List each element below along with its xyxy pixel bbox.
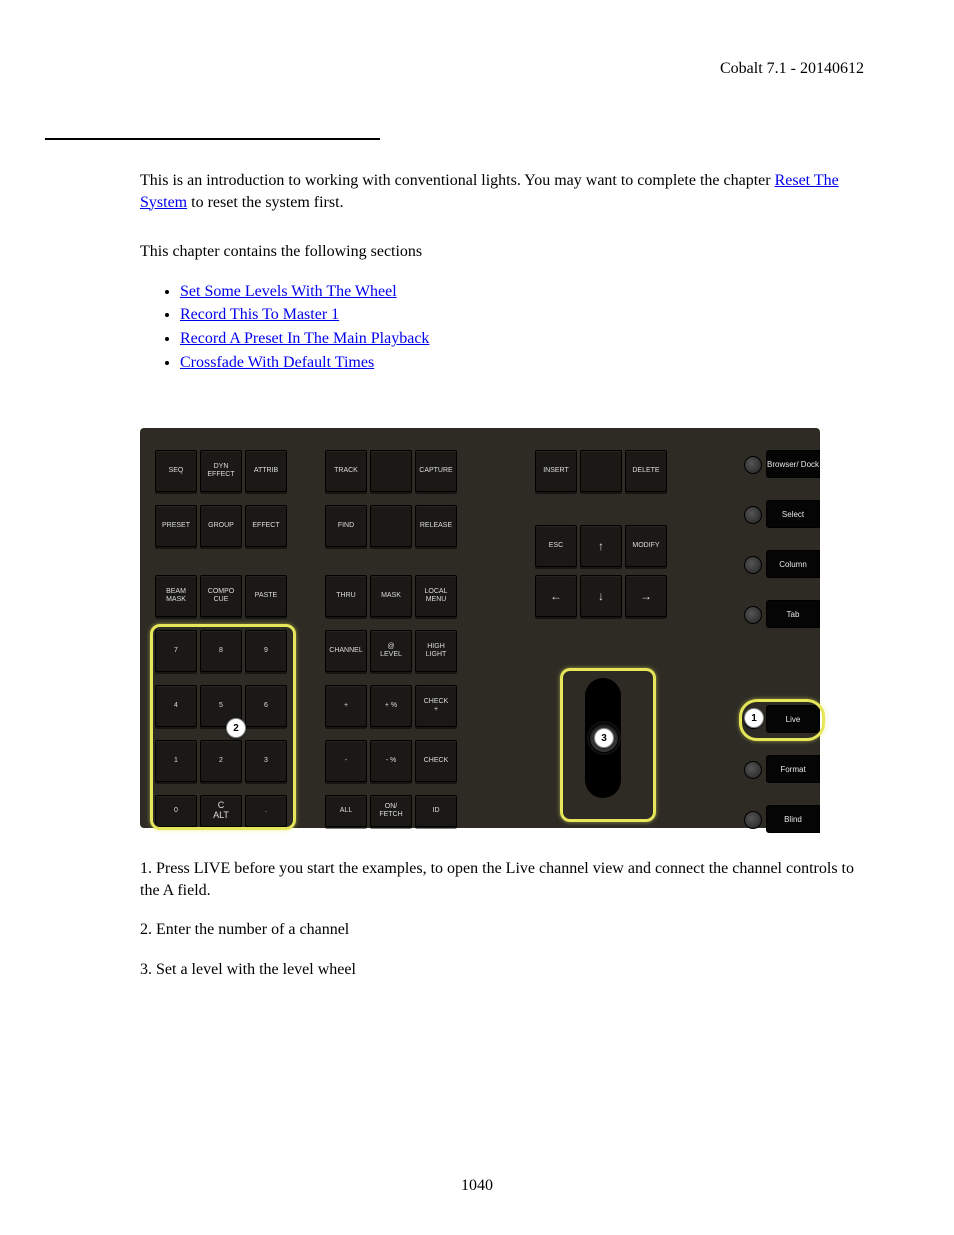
toc-link-3[interactable]: Record A Preset In The Main Playback	[180, 330, 429, 347]
toc-item: Crossfade With Default Times	[180, 352, 854, 374]
key-release[interactable]: RELEASE	[415, 505, 457, 547]
horizontal-rule	[45, 138, 380, 140]
key-beam-mask[interactable]: BEAM MASK	[155, 575, 197, 617]
toc-item: Set Some Levels With The Wheel	[180, 281, 854, 303]
step-1: 1. Press LIVE before you start the examp…	[140, 858, 864, 901]
key-modify[interactable]: MODIFY	[625, 525, 667, 567]
toc-list: Set Some Levels With The Wheel Record Th…	[180, 281, 854, 373]
intro-paragraph-1: This is an introduction to working with …	[140, 170, 854, 213]
key-track[interactable]: TRACK	[325, 450, 367, 492]
toc-link-2[interactable]: Record This To Master 1	[180, 306, 339, 323]
doc-header: Cobalt 7.1 - 20140612	[90, 60, 864, 78]
key-6[interactable]: 6	[245, 685, 287, 727]
key-arrow-right[interactable]: →	[625, 575, 667, 617]
key-7[interactable]: 7	[155, 630, 197, 672]
key-local-menu[interactable]: LOCAL MENU	[415, 575, 457, 617]
key-minus[interactable]: -	[325, 740, 367, 782]
key-find[interactable]: FIND	[325, 505, 367, 547]
key-attrib[interactable]: ATTRIB	[245, 450, 287, 492]
key-thru[interactable]: THRU	[325, 575, 367, 617]
key-plus[interactable]: +	[325, 685, 367, 727]
key-3[interactable]: 3	[245, 740, 287, 782]
step-2: 2. Enter the number of a channel	[140, 919, 864, 941]
key-blank-b1[interactable]	[370, 450, 412, 492]
intro-paragraph-2: This chapter contains the following sect…	[140, 241, 854, 263]
page-number: 1040	[0, 1177, 954, 1195]
key-c-alt[interactable]: C ALT	[200, 795, 242, 827]
side-browser-dock[interactable]: Browser/ Dock	[766, 450, 820, 478]
key-plus-pct[interactable]: + %	[370, 685, 412, 727]
key-2[interactable]: 2	[200, 740, 242, 782]
key-highlight[interactable]: HIGH LIGHT	[415, 630, 457, 672]
key-blank-b2[interactable]	[370, 505, 412, 547]
key-check[interactable]: CHECK	[415, 740, 457, 782]
side-knob-browser[interactable]	[744, 456, 762, 474]
toc-item: Record A Preset In The Main Playback	[180, 328, 854, 350]
side-knob-blind[interactable]	[744, 811, 762, 829]
intro-text-1b: to reset the system first.	[187, 194, 343, 211]
key-effect[interactable]: EFFECT	[245, 505, 287, 547]
side-knob-select[interactable]	[744, 506, 762, 524]
key-arrow-left[interactable]: ←	[535, 575, 577, 617]
key-on-fetch[interactable]: ON/ FETCH	[370, 795, 412, 827]
key-delete[interactable]: DELETE	[625, 450, 667, 492]
step-3: 3. Set a level with the level wheel	[140, 959, 864, 981]
console-panel: SEQ DYN EFFECT ATTRIB PRESET GROUP EFFEC…	[140, 428, 820, 828]
key-id[interactable]: ID	[415, 795, 457, 827]
side-format[interactable]: Format	[766, 755, 820, 783]
toc-item: Record This To Master 1	[180, 304, 854, 326]
key-capture[interactable]: CAPTURE	[415, 450, 457, 492]
key-minus-pct[interactable]: - %	[370, 740, 412, 782]
side-knob-tab[interactable]	[744, 606, 762, 624]
key-arrow-up[interactable]: ↑	[580, 525, 622, 567]
side-live[interactable]: Live	[766, 705, 820, 733]
key-8[interactable]: 8	[200, 630, 242, 672]
key-mask[interactable]: MASK	[370, 575, 412, 617]
key-1[interactable]: 1	[155, 740, 197, 782]
key-0[interactable]: 0	[155, 795, 197, 827]
side-column[interactable]: Column	[766, 550, 820, 578]
key-9[interactable]: 9	[245, 630, 287, 672]
intro-text-1a: This is an introduction to working with …	[140, 172, 775, 189]
side-knob-format[interactable]	[744, 761, 762, 779]
key-seq[interactable]: SEQ	[155, 450, 197, 492]
key-dyn-effect[interactable]: DYN EFFECT	[200, 450, 242, 492]
toc-link-1[interactable]: Set Some Levels With The Wheel	[180, 283, 397, 300]
key-at-level[interactable]: @ LEVEL	[370, 630, 412, 672]
side-knob-column[interactable]	[744, 556, 762, 574]
side-select[interactable]: Select	[766, 500, 820, 528]
key-arrow-down[interactable]: ↓	[580, 575, 622, 617]
key-check-plus[interactable]: CHECK +	[415, 685, 457, 727]
toc-link-4[interactable]: Crossfade With Default Times	[180, 354, 374, 371]
key-preset[interactable]: PRESET	[155, 505, 197, 547]
key-blank-c1[interactable]	[580, 450, 622, 492]
key-compo-cue[interactable]: COMPO CUE	[200, 575, 242, 617]
key-group[interactable]: GROUP	[200, 505, 242, 547]
key-all[interactable]: ALL	[325, 795, 367, 827]
side-blind[interactable]: Blind	[766, 805, 820, 833]
key-4[interactable]: 4	[155, 685, 197, 727]
marker-1: 1	[744, 708, 764, 728]
key-esc[interactable]: ESC	[535, 525, 577, 567]
key-paste[interactable]: PASTE	[245, 575, 287, 617]
key-insert[interactable]: INSERT	[535, 450, 577, 492]
marker-2: 2	[226, 718, 246, 738]
key-dot[interactable]: .	[245, 795, 287, 827]
key-channel[interactable]: CHANNEL	[325, 630, 367, 672]
side-tab[interactable]: Tab	[766, 600, 820, 628]
